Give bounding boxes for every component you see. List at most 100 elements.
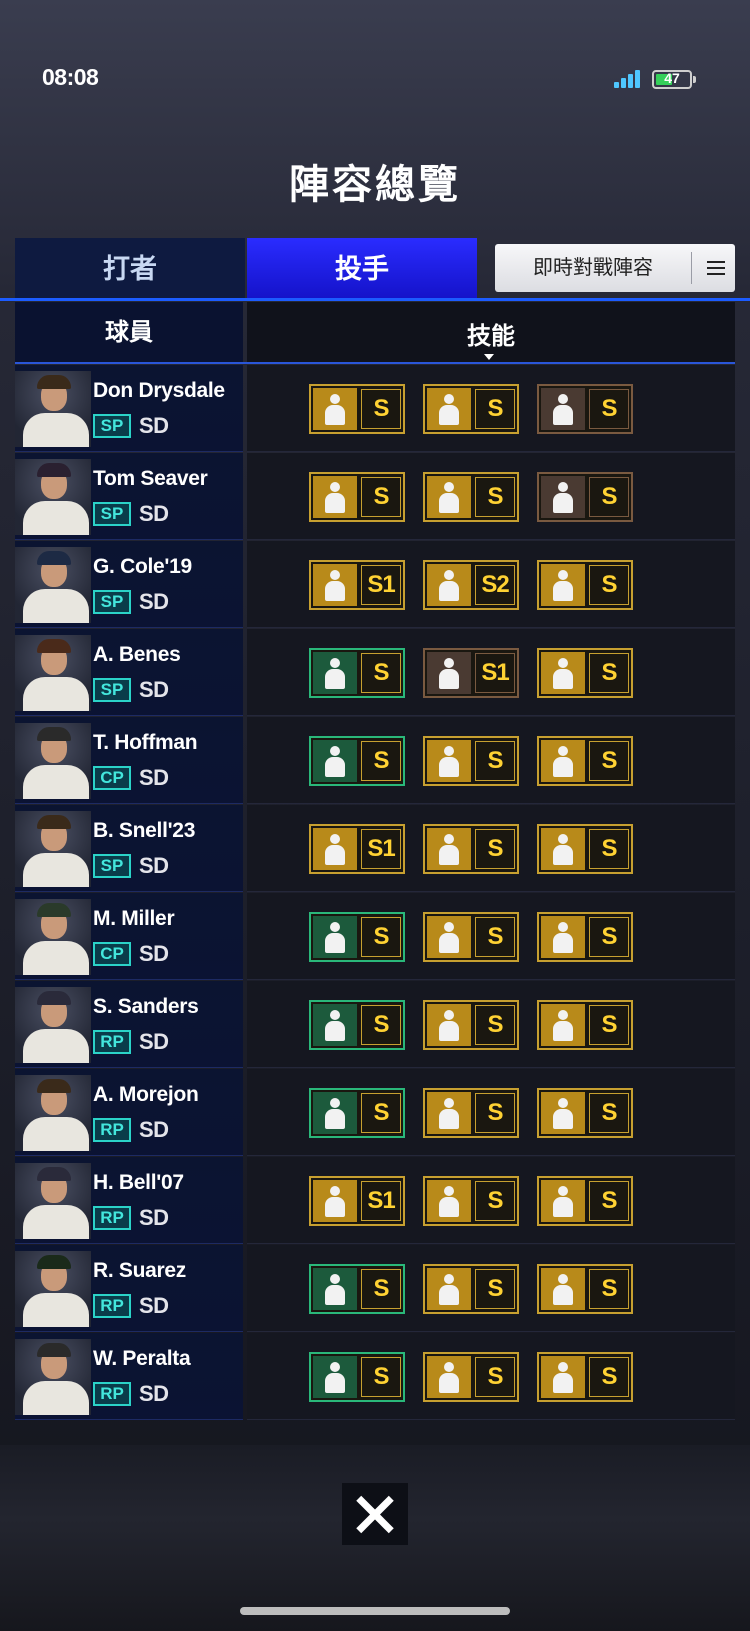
skill-badge[interactable]: S [309,648,405,698]
skill-badge[interactable]: S [537,1088,633,1138]
player-cell[interactable]: A. Morejon RP SD [15,1069,243,1156]
pitcher-skill-icon [313,1356,357,1398]
skill-grade: S [361,741,401,781]
skill-badge[interactable]: S [423,824,519,874]
pitcher-skill-icon [313,388,357,430]
skill-grade: S [589,477,629,517]
skill-badge[interactable]: S [309,736,405,786]
home-indicator[interactable] [240,1607,510,1615]
skill-grade: S [361,1093,401,1133]
skill-badge[interactable]: S [537,1264,633,1314]
skill-badge[interactable]: S [423,1000,519,1050]
skill-badge[interactable]: S1 [309,560,405,610]
skill-badge[interactable]: S [309,1264,405,1314]
skill-badge[interactable]: S [423,472,519,522]
player-cell[interactable]: R. Suarez RP SD [15,1245,243,1332]
player-cell[interactable]: T. Hoffman CP SD [15,717,243,804]
skill-badge[interactable]: S [423,1176,519,1226]
player-row[interactable]: B. Snell'23 SP SD S1 S S [15,805,735,893]
skill-badge[interactable]: S1 [423,648,519,698]
player-row[interactable]: Tom Seaver SP SD S S S [15,453,735,541]
skill-badge[interactable]: S [423,1264,519,1314]
skill-grade: S [361,1357,401,1397]
position-badge: RP [93,1118,131,1142]
column-skill[interactable]: 技能 [247,302,735,364]
player-row[interactable]: A. Morejon RP SD S S S [15,1069,735,1157]
player-name: Don Drysdale [93,379,225,402]
skill-badge[interactable]: S [537,560,633,610]
skill-grade: S1 [361,829,401,869]
skill-badge[interactable]: S [537,472,633,522]
skill-badge[interactable]: S [537,824,633,874]
player-portrait [15,371,91,447]
player-cell[interactable]: A. Benes SP SD [15,629,243,716]
player-portrait [15,635,91,711]
skill-badge[interactable]: S1 [309,1176,405,1226]
tab-pitcher[interactable]: 投手 [247,238,477,300]
recycle-skill-icon [541,916,585,958]
player-row[interactable]: M. Miller CP SD S S S [15,893,735,981]
menu-icon[interactable] [707,261,725,275]
skill-badge[interactable]: S [423,384,519,434]
team-label: SD [139,1293,169,1318]
close-button[interactable] [342,1483,408,1545]
skill-badge[interactable]: S [537,1176,633,1226]
player-row[interactable]: G. Cole'19 SP SD S1 S2 S [15,541,735,629]
skill-badge[interactable]: S [537,736,633,786]
player-row[interactable]: H. Bell'07 RP SD S1 S S [15,1157,735,1245]
position-badge: SP [93,854,131,878]
player-cell[interactable]: W. Peralta RP SD [15,1333,243,1420]
skill-badge[interactable]: S [423,1088,519,1138]
recycle-skill-icon [427,828,471,870]
skill-badge[interactable]: S [309,1088,405,1138]
skill-grade: S [475,1269,515,1309]
player-row[interactable]: T. Hoffman CP SD S S S [15,717,735,805]
skill-badge[interactable]: S [309,384,405,434]
position-badge: RP [93,1294,131,1318]
player-row[interactable]: Don Drysdale SP SD S S S [15,365,735,453]
skill-grade: S [589,565,629,605]
skill-badge[interactable]: S2 [423,560,519,610]
skill-badge[interactable]: S [537,648,633,698]
skill-grade: S [589,1005,629,1045]
player-cell[interactable]: Tom Seaver SP SD [15,453,243,540]
player-cell[interactable]: G. Cole'19 SP SD [15,541,243,628]
player-cell[interactable]: Don Drysdale SP SD [15,365,243,452]
skill-badge[interactable]: S [423,736,519,786]
skill-badge[interactable]: S [309,1352,405,1402]
skill-badge[interactable]: S [309,472,405,522]
skill-grade: S [475,829,515,869]
tab-hitter[interactable]: 打者 [15,238,245,300]
player-cell[interactable]: S. Sanders RP SD [15,981,243,1068]
vs-skill-icon [541,828,585,870]
skill-cell: S S S [247,1333,735,1420]
player-row[interactable]: R. Suarez RP SD S S S [15,1245,735,1333]
skill-badge[interactable]: S [537,1000,633,1050]
realtime-lineup-button[interactable]: 即時對戰陣容 [495,244,735,292]
skill-badge[interactable]: S [309,912,405,962]
skill-badge[interactable]: S [423,912,519,962]
skill-badge[interactable]: S [423,1352,519,1402]
skill-badge[interactable]: S [309,1000,405,1050]
skill-badge[interactable]: S1 [309,824,405,874]
player-cell[interactable]: B. Snell'23 SP SD [15,805,243,892]
skill-grade: S [475,1005,515,1045]
skill-grade: S [475,917,515,957]
skill-badge[interactable]: S [537,384,633,434]
player-row[interactable]: W. Peralta RP SD S S S [15,1333,735,1421]
skill-grade: S [589,653,629,693]
player-row[interactable]: A. Benes SP SD S S1 S [15,629,735,717]
pitcher-skill-icon [427,652,471,694]
position-badge: RP [93,1206,131,1230]
skill-badge[interactable]: S [537,912,633,962]
player-cell[interactable]: M. Miller CP SD [15,893,243,980]
vs-skill-icon [427,1356,471,1398]
position-badge: RP [93,1382,131,1406]
skill-grade: S [589,1357,629,1397]
arrow-skill-icon [313,652,357,694]
skill-grade: S2 [475,565,515,605]
player-cell[interactable]: H. Bell'07 RP SD [15,1157,243,1244]
team-label: SD [139,1029,169,1054]
skill-badge[interactable]: S [537,1352,633,1402]
player-row[interactable]: S. Sanders RP SD S S S [15,981,735,1069]
